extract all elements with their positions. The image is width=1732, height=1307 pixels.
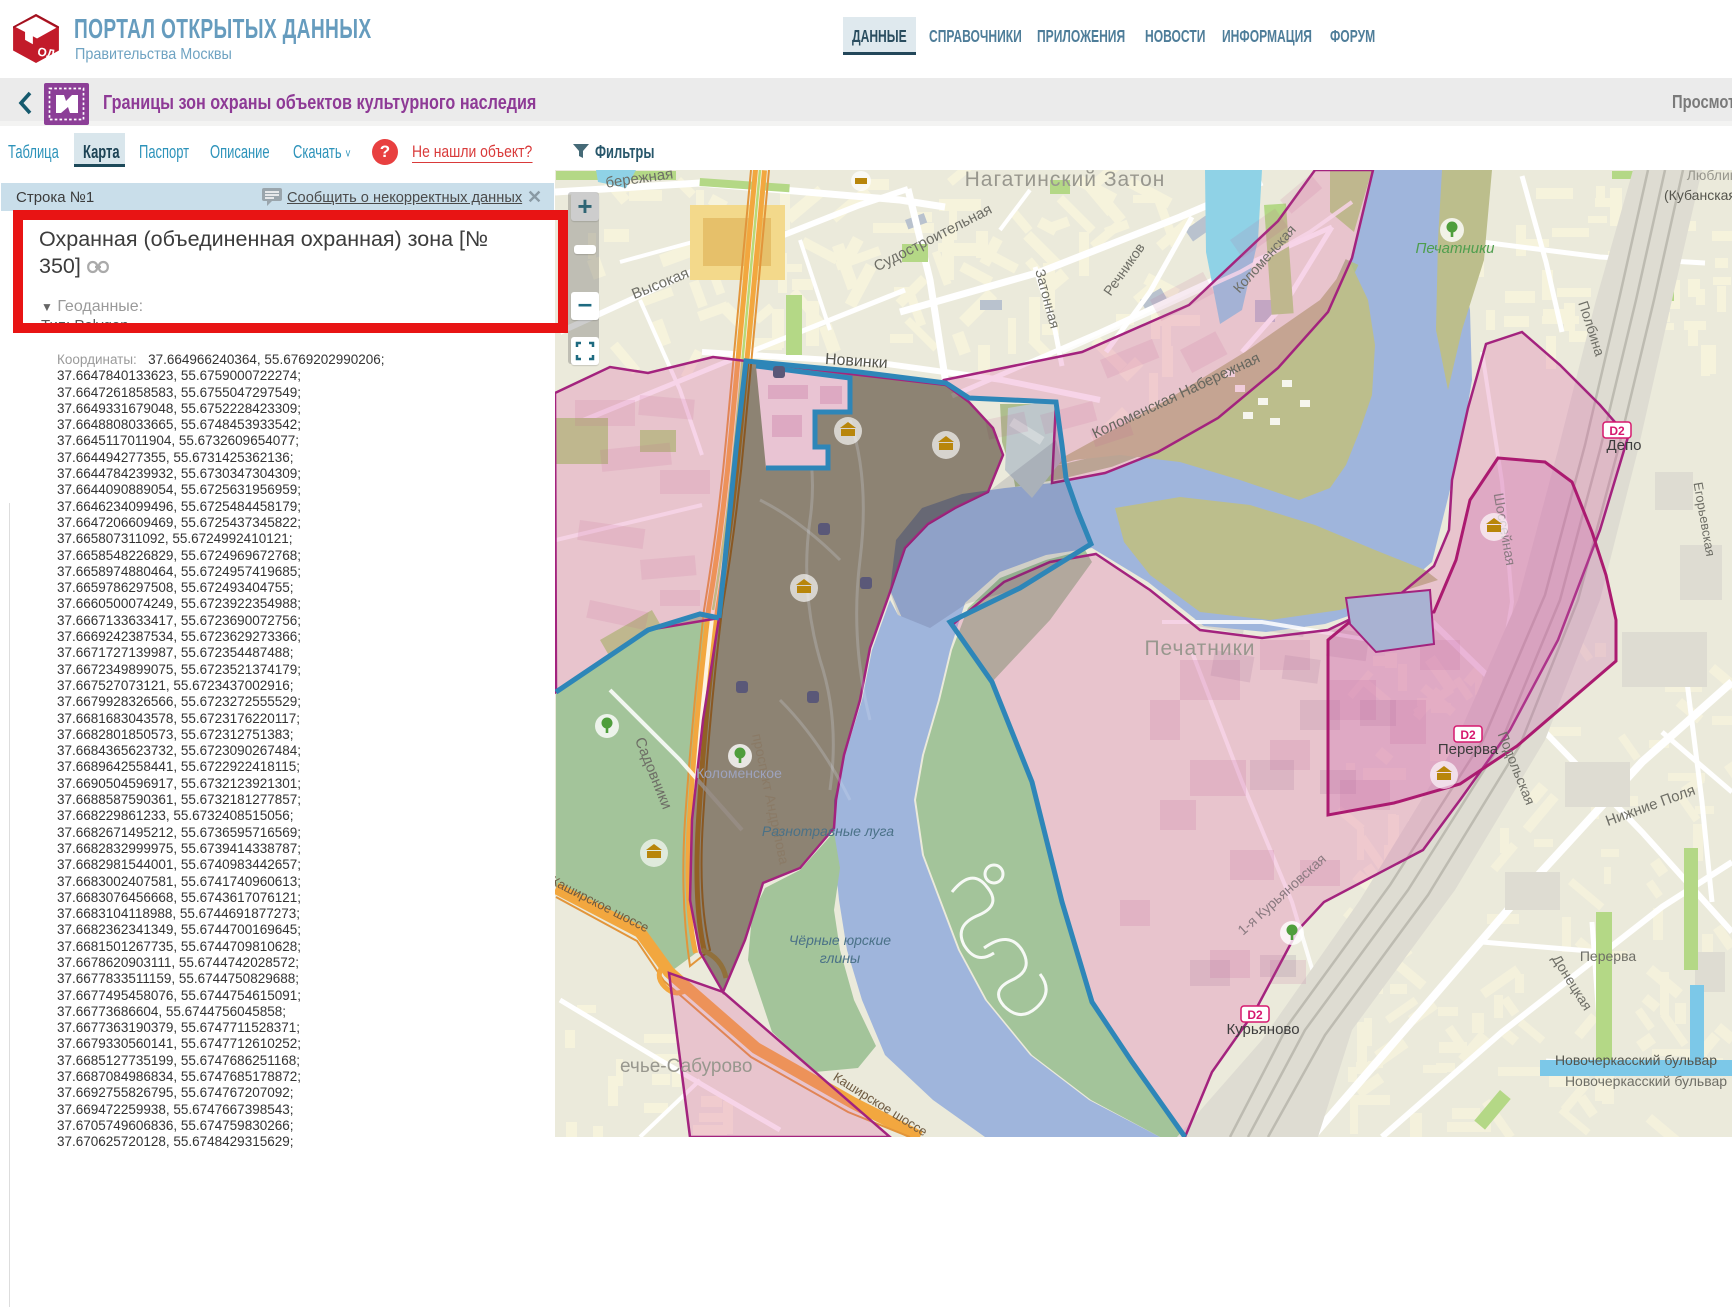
svg-text:Депо: Депо xyxy=(1607,437,1642,454)
svg-text:Печатники: Печатники xyxy=(1416,240,1496,257)
svg-text:Разнотравные луга: Разнотравные луга xyxy=(762,823,894,839)
svg-text:Перерва: Перерва xyxy=(1438,741,1499,758)
svg-text:Люблино: Люблино xyxy=(1687,170,1732,183)
svg-text:D2: D2 xyxy=(1460,728,1476,742)
svg-text:глины: глины xyxy=(820,950,861,966)
svg-text:Новочеркасский бульвар: Новочеркасский бульвар xyxy=(1565,1073,1727,1089)
svg-text:D2: D2 xyxy=(1247,1008,1263,1022)
svg-text:Курьяново: Курьяново xyxy=(1226,1021,1299,1038)
svg-text:ОД: ОД xyxy=(37,45,57,61)
svg-text:Чёрные юрские: Чёрные юрские xyxy=(789,932,891,948)
svg-text:Перерва: Перерва xyxy=(1580,948,1636,964)
svg-text:D2: D2 xyxy=(1609,424,1625,438)
svg-text:ечье-Сабурово: ечье-Сабурово xyxy=(620,1056,752,1077)
svg-text:Нагатинский Затон: Нагатинский Затон xyxy=(965,170,1166,191)
svg-text:(Кубанская: (Кубанская xyxy=(1664,187,1732,203)
svg-text:Печатники: Печатники xyxy=(1144,637,1255,660)
svg-text:Новочеркасский бульвар: Новочеркасский бульвар xyxy=(1555,1052,1717,1068)
